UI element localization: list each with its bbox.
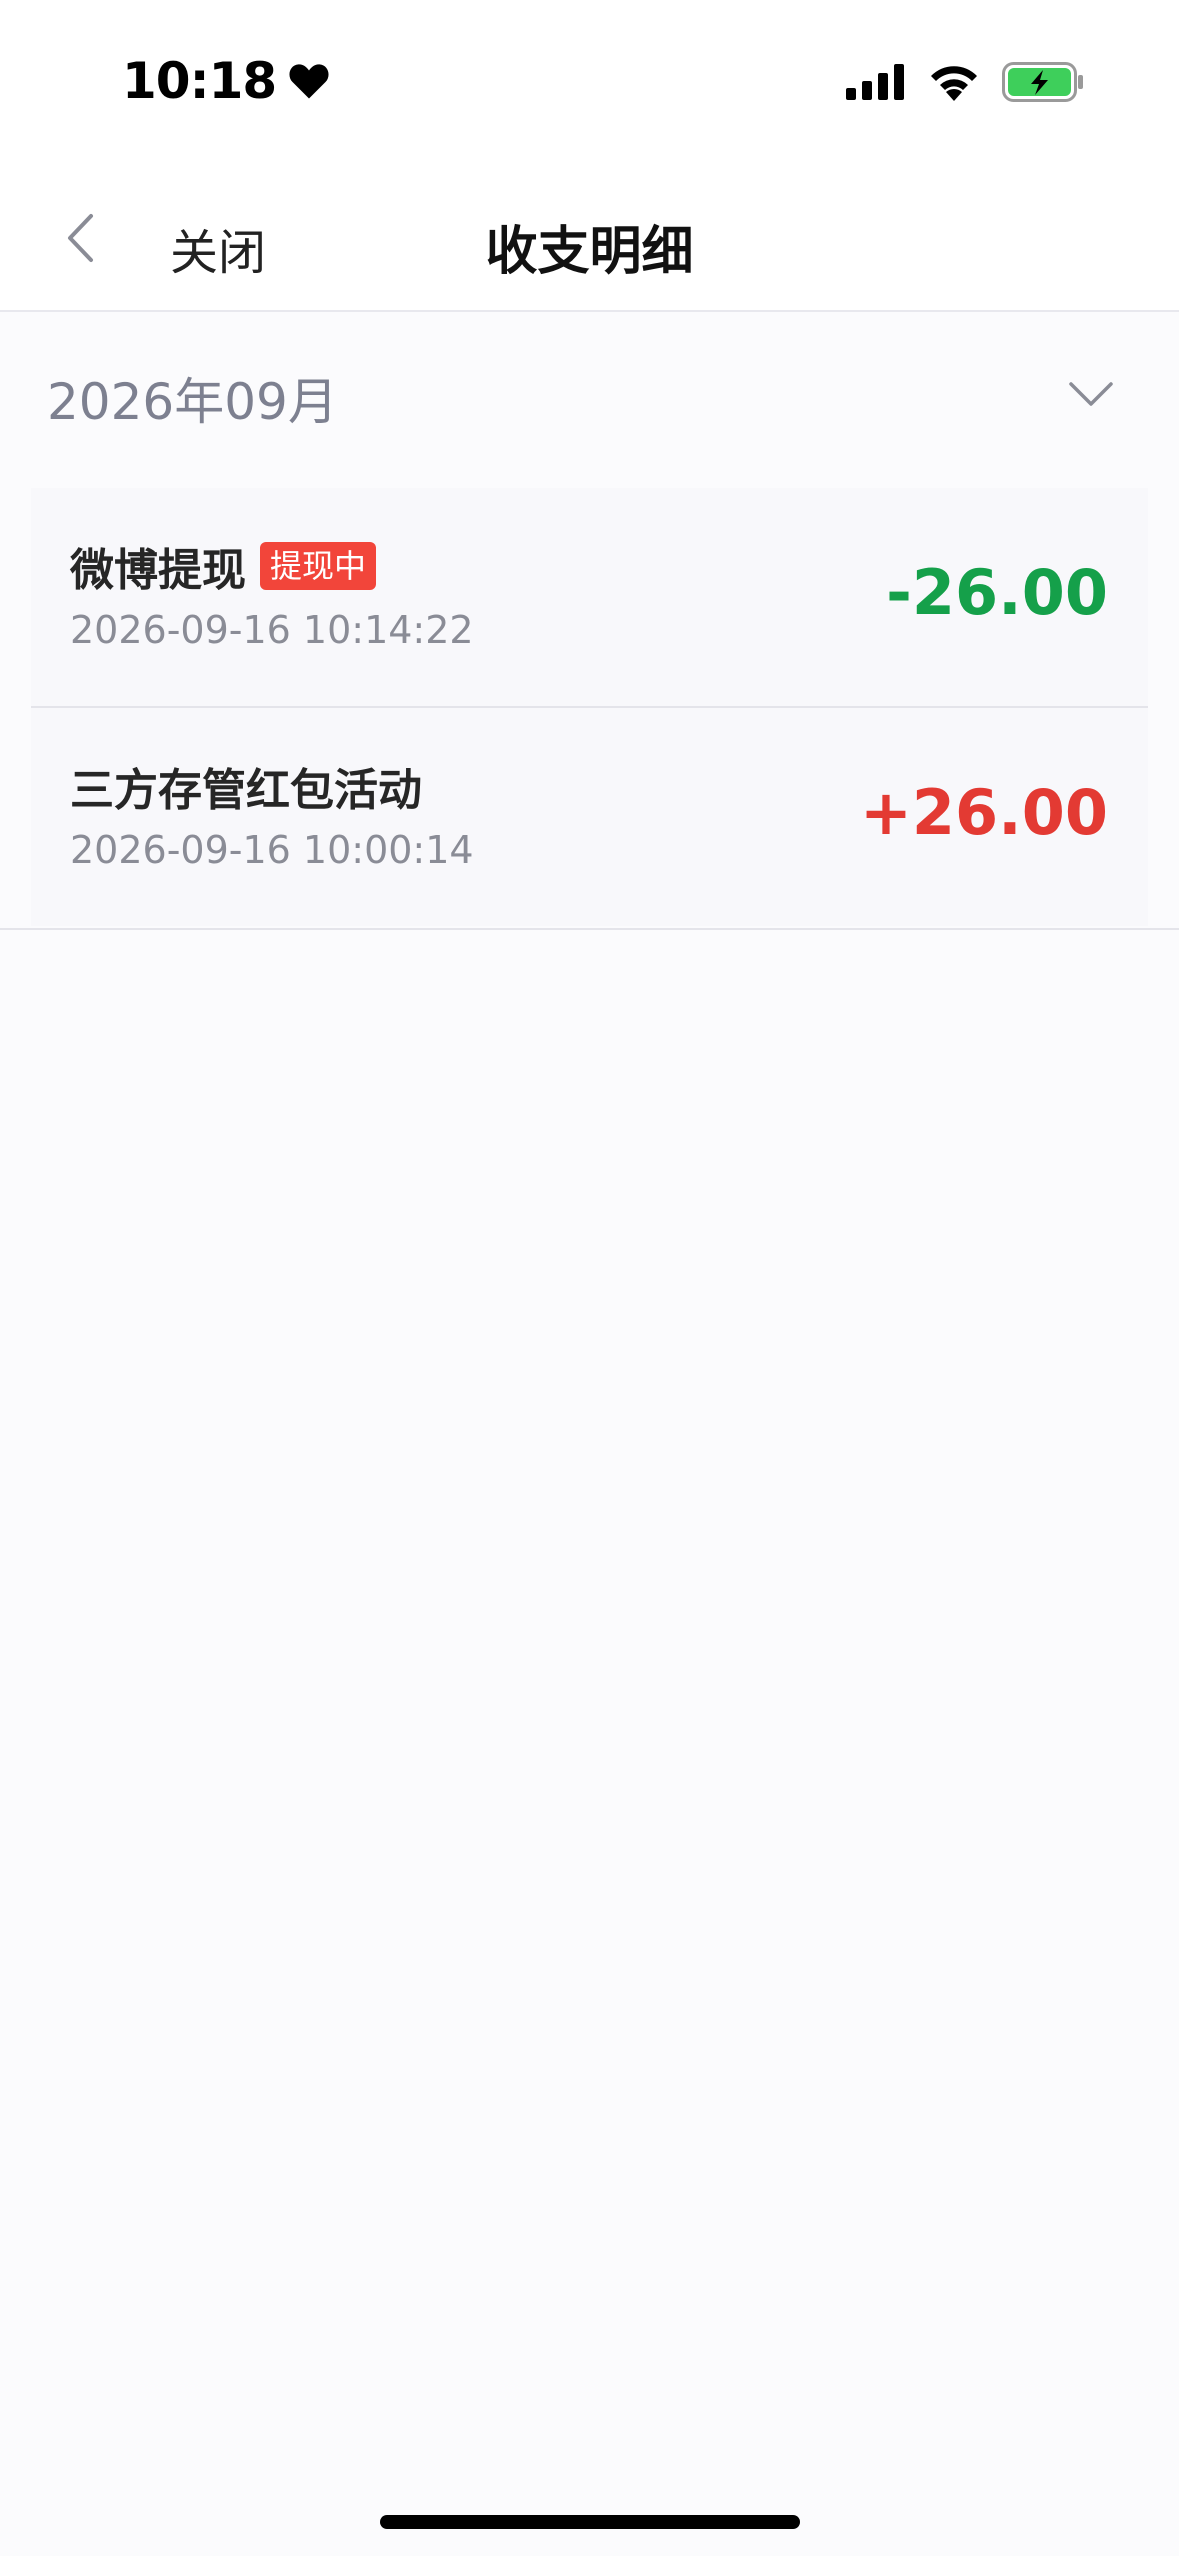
wifi-icon	[928, 63, 980, 101]
heart-icon	[288, 61, 330, 101]
home-indicator[interactable]	[380, 2515, 800, 2529]
transaction-time: 2026-09-16 10:00:14	[70, 828, 474, 872]
transaction-amount: +26.00	[859, 776, 1108, 849]
chevron-down-icon	[1068, 380, 1114, 408]
status-icons	[846, 62, 1084, 102]
signal-icon	[846, 64, 906, 100]
transaction-title: 三方存管红包活动	[70, 765, 422, 816]
transaction-amount: -26.00	[886, 556, 1108, 629]
nav-bar: 关闭 收支明细	[0, 175, 1179, 312]
month-selector[interactable]: 2026年09月	[0, 312, 1179, 482]
status-badge: 提现中	[260, 542, 377, 590]
status-bar: 10:18	[0, 0, 1179, 175]
transaction-row[interactable]: 三方存管红包活动 2026-09-16 10:00:14 +26.00	[31, 708, 1148, 926]
status-time-group: 10:18	[122, 52, 330, 110]
transaction-list: 微博提现 提现中 2026-09-16 10:14:22 -26.00 三方存管…	[31, 488, 1148, 926]
status-time: 10:18	[122, 52, 277, 110]
transaction-title-line: 三方存管红包活动	[70, 754, 422, 818]
battery-charging-icon	[1002, 62, 1084, 102]
transaction-title: 微博提现	[70, 545, 246, 596]
transaction-row[interactable]: 微博提现 提现中 2026-09-16 10:14:22 -26.00	[31, 488, 1148, 708]
transaction-title-line: 微博提现 提现中	[70, 534, 377, 598]
page-title: 收支明细	[485, 222, 694, 282]
month-label: 2026年09月	[47, 373, 338, 431]
list-divider	[0, 928, 1179, 930]
transaction-time: 2026-09-16 10:14:22	[70, 608, 474, 652]
